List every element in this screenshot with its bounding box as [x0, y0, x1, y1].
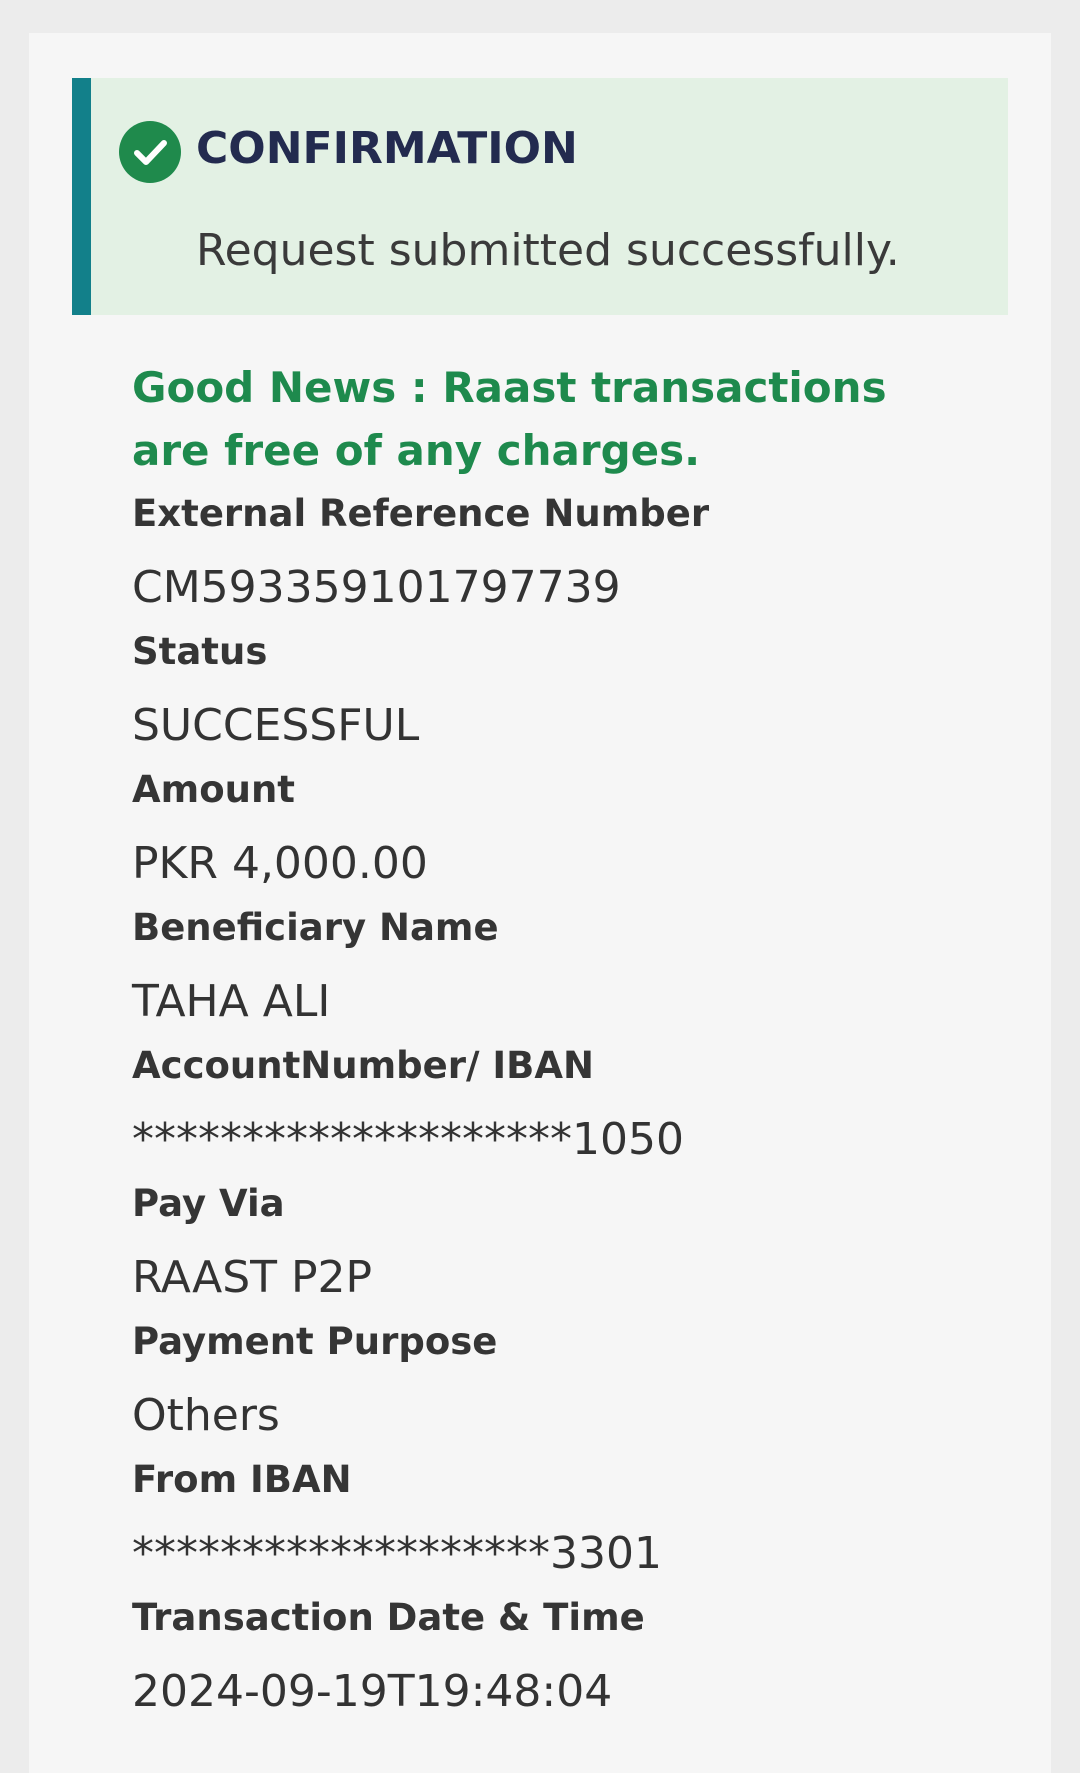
field-label: From IBAN: [132, 1458, 352, 1501]
field-value: Others: [132, 1390, 280, 1441]
field-value: *******************3301: [132, 1528, 662, 1579]
field-value: 2024-09-19T19:48:04: [132, 1666, 613, 1717]
confirmation-title: CONFIRMATION: [196, 123, 578, 174]
field-label: Status: [132, 630, 268, 673]
field-value: RAAST P2P: [132, 1252, 373, 1303]
field-value: CM593359101797739: [132, 562, 621, 613]
field-label: External Reference Number: [132, 492, 710, 535]
field-value: PKR 4,000.00: [132, 838, 428, 889]
field-label: Beneficiary Name: [132, 906, 499, 949]
free-charges-notice: Good News : Raast transactions are free …: [132, 363, 887, 475]
field-pay-via: Pay Via RAAST P2P: [132, 1180, 372, 1306]
confirmation-banner: [72, 78, 1008, 315]
field-from-iban: From IBAN *******************3301: [132, 1456, 662, 1582]
field-transaction-datetime: Transaction Date & Time 2024-09-19T19:48…: [132, 1594, 645, 1720]
field-external-reference: External Reference Number CM593359101797…: [132, 490, 709, 616]
field-beneficiary-name: Beneficiary Name TAHA ALI: [132, 904, 499, 1030]
field-amount: Amount PKR 4,000.00: [132, 766, 428, 892]
field-label: AccountNumber/ IBAN: [132, 1044, 594, 1087]
field-label: Amount: [132, 768, 295, 811]
check-circle-icon: [119, 121, 181, 183]
field-value: TAHA ALI: [132, 976, 331, 1027]
field-label: Transaction Date & Time: [132, 1596, 645, 1639]
field-value: ********************1050: [132, 1114, 684, 1165]
field-label: Pay Via: [132, 1182, 285, 1225]
confirmation-message: Request submitted successfully.: [196, 225, 900, 276]
field-label: Payment Purpose: [132, 1320, 498, 1363]
field-status: Status SUCCESSFUL: [132, 628, 419, 754]
field-value: SUCCESSFUL: [132, 700, 420, 751]
field-account-iban: AccountNumber/ IBAN ********************…: [132, 1042, 684, 1168]
field-payment-purpose: Payment Purpose Others: [132, 1318, 497, 1444]
